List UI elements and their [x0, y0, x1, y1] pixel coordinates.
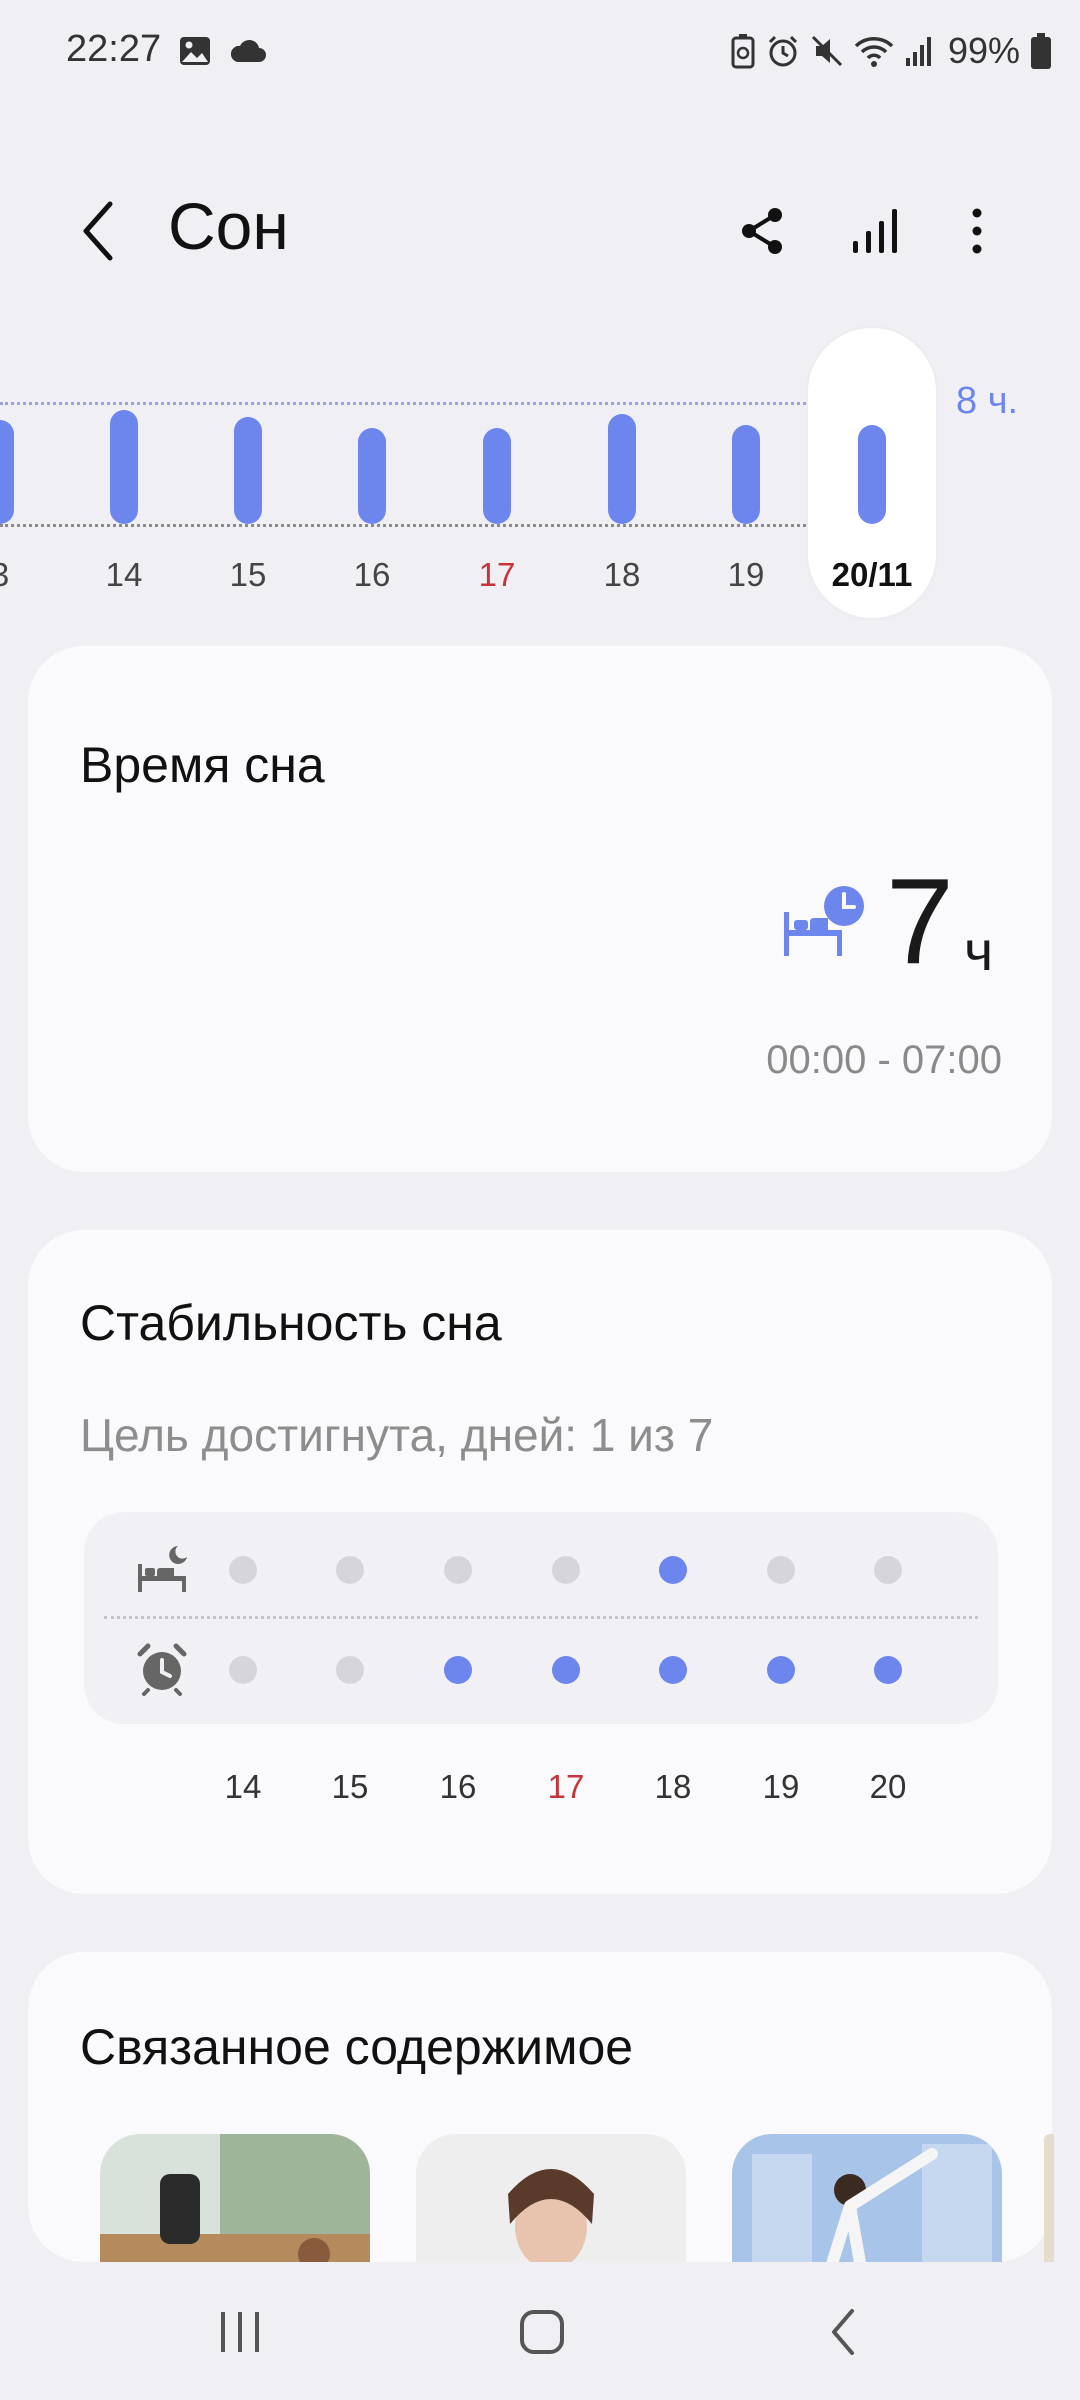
- status-left-icons: [178, 34, 268, 68]
- day-label[interactable]: 18: [582, 556, 662, 594]
- sleep-bar[interactable]: [234, 417, 262, 524]
- sleep-unit: ч: [964, 919, 994, 982]
- alarm-clock-icon: [134, 1640, 190, 1696]
- stability-title: Стабильность сна: [80, 1295, 502, 1351]
- wakeup-dot: [874, 1656, 902, 1684]
- related-content-card: Связанное содержимое: [28, 1952, 1054, 2294]
- stability-divider: [104, 1616, 978, 1619]
- status-time: 22:27: [66, 28, 162, 70]
- week-chart: 8 ч. 3 14 15 16 17 18 19 20/11: [0, 320, 1080, 630]
- recents-button[interactable]: [200, 2302, 280, 2362]
- day-label[interactable]: 17: [457, 556, 537, 594]
- goal-line: [0, 402, 806, 405]
- sleep-range: 00:00 - 07:00: [766, 1038, 1002, 1082]
- system-nav-bar: [0, 2262, 1080, 2400]
- bedtime-dot: [229, 1556, 257, 1584]
- back-nav-button[interactable]: [804, 2302, 884, 2362]
- sleep-bar[interactable]: [483, 427, 511, 524]
- day-label[interactable]: 16: [332, 556, 412, 594]
- day-label[interactable]: 14: [84, 556, 164, 594]
- app-header: Сон: [0, 170, 1080, 290]
- sleep-bar[interactable]: [110, 409, 138, 524]
- gallery-icon: [180, 37, 210, 65]
- bedtime-dot: [659, 1556, 687, 1584]
- sleep-bar[interactable]: [858, 424, 886, 524]
- status-bar: 22:27 99%: [0, 0, 1080, 104]
- wakeup-dot: [444, 1656, 472, 1684]
- status-right: 99%: [730, 30, 1052, 72]
- battery-icon: [1031, 33, 1051, 69]
- home-button[interactable]: [502, 2302, 582, 2362]
- page-title: Сон: [168, 189, 289, 263]
- day-label[interactable]: 19: [706, 556, 786, 594]
- sleep-time-title: Время сна: [80, 737, 325, 793]
- sleep-bar[interactable]: [0, 420, 14, 524]
- back-icon: [832, 2309, 854, 2355]
- wakeup-dot: [336, 1656, 364, 1684]
- wakeup-dot: [552, 1656, 580, 1684]
- more-vert-icon: [972, 208, 982, 254]
- baseline: [0, 524, 806, 527]
- stability-day-label: 20: [869, 1768, 907, 1805]
- stability-day-label: 16: [439, 1768, 477, 1805]
- battery-saver-icon: [731, 34, 755, 69]
- bed-moon-icon: [134, 1542, 190, 1598]
- day-label[interactable]: 3: [0, 556, 40, 594]
- related-title: Связанное содержимое: [80, 2019, 634, 2075]
- sleep-bar[interactable]: [358, 427, 386, 524]
- stability-day-label: 15: [331, 1768, 369, 1805]
- stability-day-label: 19: [762, 1768, 800, 1805]
- bedtime-dot: [552, 1556, 580, 1584]
- alarm-icon: [768, 35, 797, 67]
- home-icon: [520, 2310, 564, 2354]
- wakeup-dot: [229, 1656, 257, 1684]
- stability-day-label: 18: [654, 1768, 692, 1805]
- wakeup-dot: [767, 1656, 795, 1684]
- cloud-icon: [230, 39, 266, 62]
- sleep-time-card[interactable]: Время сна 7 ч 00:00 - 07:00: [28, 646, 1052, 1172]
- mute-icon: [811, 35, 842, 67]
- bedtime-dot: [874, 1556, 902, 1584]
- sleep-stability-card[interactable]: Стабильность сна Цель достигнута, дней: …: [28, 1230, 1052, 1894]
- day-label[interactable]: 20/11: [812, 556, 932, 594]
- more-options-button[interactable]: [942, 196, 1012, 266]
- chevron-left-icon: [83, 201, 113, 261]
- stability-subtitle: Цель достигнута, дней: 1 из 7: [80, 1409, 714, 1461]
- signal-icon: [905, 37, 931, 66]
- wakeup-dot: [659, 1656, 687, 1684]
- share-button[interactable]: [728, 196, 798, 266]
- battery-percent: 99%: [947, 30, 1020, 71]
- sleep-bar[interactable]: [608, 414, 636, 524]
- bar-chart-icon: [853, 209, 897, 253]
- bedtime-dot: [336, 1556, 364, 1584]
- bedtime-dot: [767, 1556, 795, 1584]
- back-button[interactable]: [70, 196, 130, 266]
- day-label[interactable]: 15: [208, 556, 288, 594]
- goal-label: 8 ч.: [956, 380, 1019, 422]
- trends-button[interactable]: [840, 196, 910, 266]
- stability-grid: [84, 1512, 998, 1724]
- share-icon: [742, 208, 782, 254]
- stability-day-label: 17: [547, 1768, 585, 1805]
- stability-day-label: 14: [224, 1768, 262, 1805]
- bedtime-dot: [444, 1556, 472, 1584]
- sleep-bar[interactable]: [732, 424, 760, 524]
- recents-icon: [221, 2312, 259, 2352]
- sleep-hours: 7: [886, 853, 954, 989]
- wifi-icon: [854, 37, 894, 67]
- bed-clock-icon: [780, 884, 870, 964]
